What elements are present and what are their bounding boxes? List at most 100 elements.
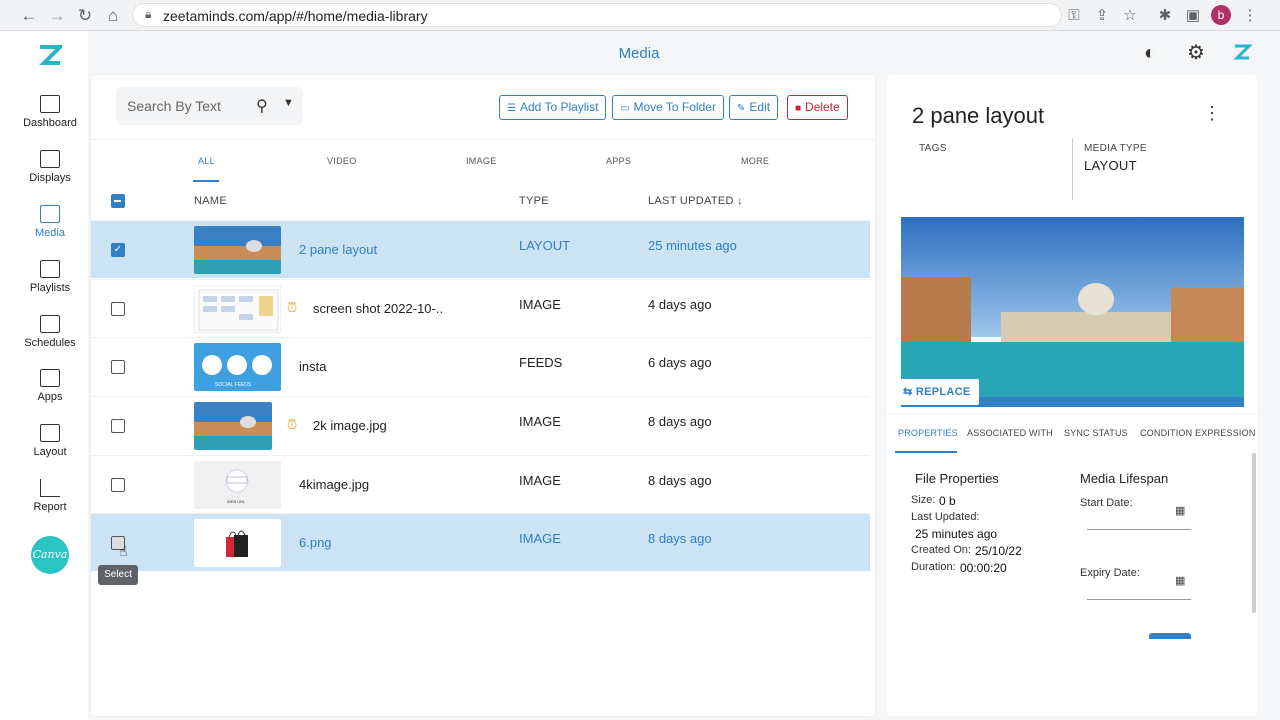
media-list-panel: Search By Text ⚲ ▼ ☰ Add To Playlist ▭ Mov… xyxy=(91,75,875,716)
sidebar-item-label: Playlists xyxy=(29,282,71,294)
media-detail-panel: 2 pane layout ⋮ TAGS MEDIA TYPE LAYOUT ⇆… xyxy=(887,75,1257,716)
row-checkbox[interactable]: ✓ xyxy=(111,243,125,257)
delete-button[interactable]: ■ Delete xyxy=(787,95,848,120)
mouse-cursor-icon: ☝︎ xyxy=(119,543,128,559)
brand-icon[interactable] xyxy=(1231,42,1253,64)
detail-tabs: PROPERTIES ASSOCIATED WITH SYNC STATUS C… xyxy=(887,413,1257,453)
table-header: NAME TYPE LAST UPDATED ↓ xyxy=(91,183,870,219)
row-checkbox[interactable] xyxy=(111,360,125,374)
sidepanel-icon[interactable]: ▣ xyxy=(1182,5,1204,27)
add-to-playlist-button[interactable]: ☰ Add To Playlist xyxy=(499,95,607,120)
tab-image[interactable]: IMAGE xyxy=(466,156,497,166)
row-name[interactable]: 2 pane layout xyxy=(299,242,377,257)
alarm-clock-icon: ⏰︎ xyxy=(287,417,298,432)
sidebar-item-layout[interactable]: Layout xyxy=(12,424,88,470)
row-checkbox[interactable] xyxy=(111,302,125,316)
table-row[interactable]: ⏰︎ screen shot 2022-10-.. IMAGE 4 days a… xyxy=(91,279,870,337)
row-checkbox[interactable] xyxy=(111,478,125,492)
scrollbar[interactable] xyxy=(1252,453,1256,613)
sidebar-item-schedules[interactable]: Schedules xyxy=(12,315,88,361)
calendar-icon[interactable]: ▦ xyxy=(1175,504,1185,517)
row-name[interactable]: insta xyxy=(299,359,326,374)
sidebar-item-apps[interactable]: Apps xyxy=(12,369,88,415)
tab-video[interactable]: VIDEO xyxy=(327,156,357,166)
forward-icon[interactable]: → xyxy=(46,5,68,27)
thumbnail-image: SOCIAL FEEDS xyxy=(194,343,281,391)
search-icon[interactable]: ⚲ xyxy=(256,96,268,116)
back-icon[interactable]: ← xyxy=(18,5,40,27)
row-name[interactable]: screen shot 2022-10-.. xyxy=(313,301,443,316)
tab-all[interactable]: ALL xyxy=(198,156,215,166)
gear-icon[interactable]: ⚙ xyxy=(1185,42,1207,64)
tab-apps[interactable]: APPS xyxy=(606,156,631,166)
more-vertical-icon[interactable]: ⋮ xyxy=(1203,103,1221,124)
tab-properties[interactable]: PROPERTIES xyxy=(898,428,958,438)
column-header-type[interactable]: TYPE xyxy=(519,195,549,207)
table-row[interactable]: ⏰︎ 2k image.jpg IMAGE 8 days ago xyxy=(91,396,870,454)
start-date-input[interactable] xyxy=(1087,529,1191,530)
sidebar-item-label: Apps xyxy=(37,391,63,403)
canva-button[interactable]: Canva xyxy=(31,536,69,574)
row-type: IMAGE xyxy=(519,297,561,312)
share-icon[interactable]: ⇪ xyxy=(1091,5,1113,27)
address-bar[interactable]: 🔒︎ zeetaminds.com/app/#/home/media-libra… xyxy=(132,3,1062,27)
thumbnail-image xyxy=(194,285,281,333)
file-properties-heading: File Properties xyxy=(915,471,999,486)
row-name[interactable]: 4kimage.jpg xyxy=(299,477,369,492)
table-row[interactable]: WEB URL 4kimage.jpg IMAGE 8 days ago xyxy=(91,455,870,513)
swap-icon: ⇆ xyxy=(903,386,916,398)
extensions-icon[interactable]: ✱ xyxy=(1154,5,1176,27)
table-row[interactable]: 6.png IMAGE 8 days ago xyxy=(91,513,870,571)
edit-button[interactable]: ✎ Edit xyxy=(729,95,779,120)
column-header-last-updated[interactable]: LAST UPDATED ↓ xyxy=(648,195,743,207)
thumbnail-image xyxy=(194,226,281,274)
button-label: Add To Playlist xyxy=(519,100,599,114)
sidebar-item-dashboard[interactable]: Dashboard xyxy=(12,95,88,141)
key-icon[interactable]: ⚿ xyxy=(1063,5,1085,27)
last-updated-value: 25 minutes ago xyxy=(915,527,998,541)
last-updated-label: Last Updated: xyxy=(911,511,980,523)
sidebar-item-label: Media xyxy=(35,227,65,239)
tab-more[interactable]: MORE xyxy=(741,156,769,166)
tab-sync-status[interactable]: SYNC STATUS xyxy=(1064,428,1128,438)
calendar-icon[interactable]: ▦ xyxy=(1175,574,1185,587)
row-type: IMAGE xyxy=(519,531,561,546)
row-name[interactable]: 6.png xyxy=(299,535,332,550)
chevron-down-icon[interactable]: ▼ xyxy=(283,97,294,109)
sidebar-item-report[interactable]: Report xyxy=(12,479,88,525)
theme-toggle-icon[interactable]: ◐ xyxy=(1139,42,1161,64)
table-row[interactable]: ✓ 2 pane layout LAYOUT 25 minutes ago xyxy=(91,220,870,278)
sidebar-item-media[interactable]: Media xyxy=(12,205,88,251)
sidebar-item-displays[interactable]: Displays xyxy=(12,150,88,196)
save-button[interactable] xyxy=(1149,633,1191,639)
sidebar-item-playlists[interactable]: Playlists xyxy=(12,260,88,306)
profile-avatar[interactable]: b xyxy=(1211,5,1231,25)
media-lifespan-heading: Media Lifespan xyxy=(1080,471,1169,486)
select-all-checkbox[interactable] xyxy=(111,194,125,208)
tab-condition-expression[interactable]: CONDITION EXPRESSION xyxy=(1140,428,1256,438)
thumbnail-image: WEB URL xyxy=(194,461,281,509)
row-updated: 25 minutes ago xyxy=(648,238,737,253)
header-label: LAST UPDATED xyxy=(648,195,734,207)
image-icon xyxy=(40,205,60,223)
search-box[interactable]: Search By Text ⚲ ▼ xyxy=(116,87,303,125)
star-icon[interactable]: ☆ xyxy=(1119,5,1141,27)
tab-associated-with[interactable]: ASSOCIATED WITH xyxy=(967,428,1053,438)
move-to-folder-button[interactable]: ▭ Move To Folder xyxy=(612,95,724,120)
sidebar-item-label: Report xyxy=(33,501,67,513)
replace-button[interactable]: ⇆ REPLACE xyxy=(893,379,979,405)
expiry-date-input[interactable] xyxy=(1087,599,1191,600)
home-icon[interactable]: ⌂ xyxy=(102,5,124,27)
row-updated: 8 days ago xyxy=(648,531,712,546)
row-name[interactable]: 2k image.jpg xyxy=(313,418,387,433)
table-row[interactable]: SOCIAL FEEDS insta FEEDS 6 days ago xyxy=(91,337,870,395)
reload-icon[interactable]: ↻ xyxy=(74,5,96,27)
expiry-date-label: Expiry Date: xyxy=(1080,567,1140,579)
app-logo[interactable] xyxy=(38,44,65,66)
search-input[interactable]: Search By Text xyxy=(127,98,221,114)
row-checkbox[interactable] xyxy=(111,419,125,433)
active-tab-indicator xyxy=(193,180,219,182)
column-header-name[interactable]: NAME xyxy=(194,195,227,207)
browser-menu-icon[interactable]: ⋮ xyxy=(1239,5,1261,27)
duration-label: Duration: xyxy=(911,561,956,573)
